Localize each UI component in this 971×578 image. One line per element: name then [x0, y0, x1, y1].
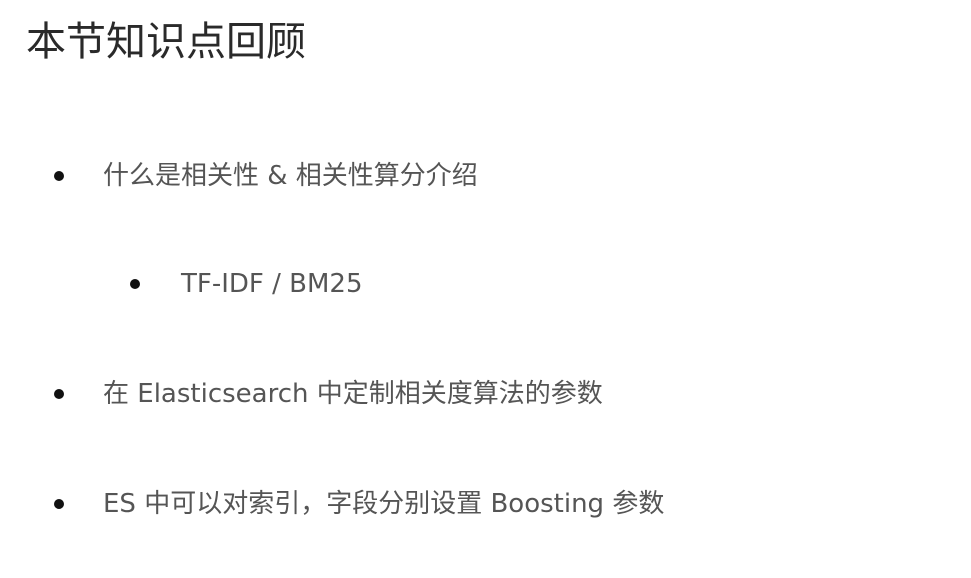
bullet-dot-icon	[54, 171, 64, 181]
bullet-text: ES 中可以对索引，字段分别设置 Boosting 参数	[103, 489, 665, 519]
bullet-item: 在 Elasticsearch 中定制相关度算法的参数	[54, 374, 603, 414]
bullet-dot-icon	[54, 499, 64, 509]
bullet-dot-icon	[54, 389, 64, 399]
bullet-item: 什么是相关性 & 相关性算分介绍	[54, 156, 478, 196]
bullet-item: ES 中可以对索引，字段分别设置 Boosting 参数	[54, 484, 664, 524]
bullet-text: 在 Elasticsearch 中定制相关度算法的参数	[103, 379, 603, 409]
slide-title: 本节知识点回顾	[26, 19, 306, 65]
sub-bullet-text: TF-IDF / BM25	[181, 269, 363, 299]
bullet-text: 什么是相关性 & 相关性算分介绍	[103, 161, 478, 191]
bullet-dot-icon	[130, 279, 140, 289]
sub-bullet-item: TF-IDF / BM25	[130, 264, 363, 304]
slide: 本节知识点回顾 什么是相关性 & 相关性算分介绍 TF-IDF / BM25 在…	[0, 0, 971, 578]
